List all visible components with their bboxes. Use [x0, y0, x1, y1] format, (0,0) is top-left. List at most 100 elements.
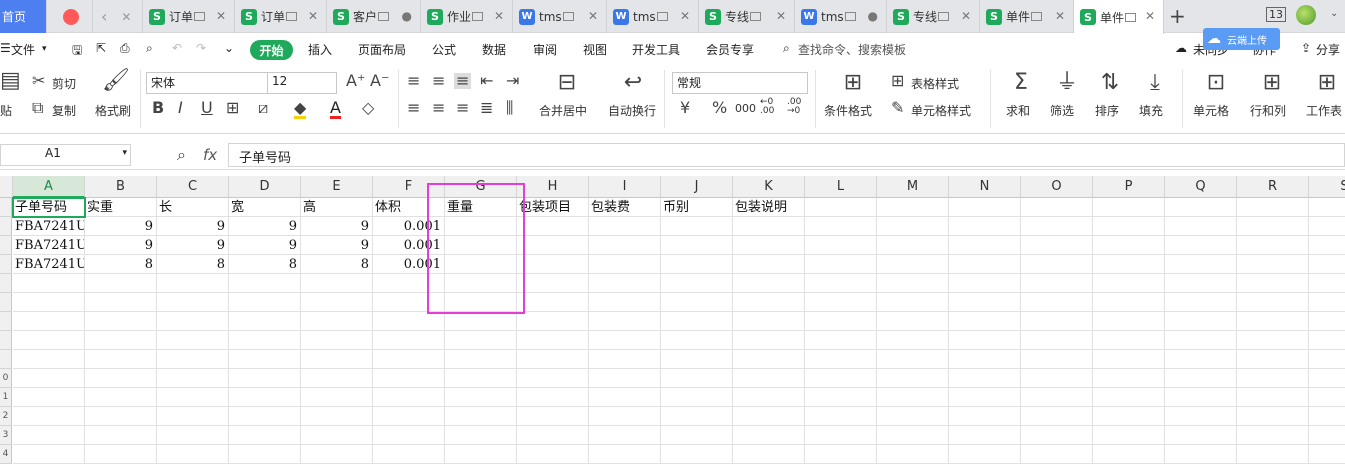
- cell[interactable]: [877, 369, 949, 388]
- cell[interactable]: [157, 331, 229, 350]
- cell[interactable]: [1165, 198, 1237, 217]
- cell[interactable]: [85, 426, 157, 445]
- cell[interactable]: [85, 350, 157, 369]
- cell[interactable]: [661, 388, 733, 407]
- cell[interactable]: [1093, 312, 1165, 331]
- cell[interactable]: [661, 426, 733, 445]
- cell[interactable]: [1093, 369, 1165, 388]
- tab-document[interactable]: W tms ✕: [513, 0, 607, 33]
- currency-icon[interactable]: ¥: [680, 100, 690, 116]
- cell[interactable]: [589, 350, 661, 369]
- cell[interactable]: [1093, 331, 1165, 350]
- cell[interactable]: [373, 274, 445, 293]
- cell[interactable]: FBA7241U0: [13, 255, 85, 274]
- cell[interactable]: [733, 274, 805, 293]
- tab-document-active[interactable]: S 单件 ✕: [1074, 0, 1164, 34]
- cell[interactable]: [1165, 293, 1237, 312]
- cell[interactable]: [1165, 388, 1237, 407]
- cell[interactable]: [85, 274, 157, 293]
- cell[interactable]: [733, 236, 805, 255]
- cell[interactable]: [1093, 407, 1165, 426]
- cell[interactable]: 9: [229, 236, 301, 255]
- copy-icon[interactable]: ⧉: [32, 100, 43, 116]
- cell[interactable]: [229, 369, 301, 388]
- cell[interactable]: [301, 426, 373, 445]
- cell[interactable]: [1309, 331, 1345, 350]
- menu-data[interactable]: 数据: [482, 41, 506, 58]
- cell[interactable]: 0.001: [373, 255, 445, 274]
- cell[interactable]: [949, 217, 1021, 236]
- conditional-format-button[interactable]: 条件格式: [824, 102, 872, 119]
- tab-document[interactable]: S 订单 ✕: [235, 0, 327, 33]
- cell[interactable]: [877, 293, 949, 312]
- dot-icon[interactable]: ●: [402, 9, 412, 23]
- cell[interactable]: [805, 293, 877, 312]
- font-size-select[interactable]: 12: [267, 72, 337, 94]
- column-header[interactable]: I: [589, 176, 661, 198]
- cell[interactable]: [1309, 293, 1345, 312]
- cell[interactable]: [805, 388, 877, 407]
- cell[interactable]: [949, 312, 1021, 331]
- format-painter-button[interactable]: 格式刷: [95, 102, 131, 119]
- cell[interactable]: [1309, 388, 1345, 407]
- font-color-icon[interactable]: A: [330, 100, 341, 119]
- column-header[interactable]: A: [13, 176, 85, 198]
- cell[interactable]: [157, 388, 229, 407]
- menu-insert[interactable]: 插入: [308, 41, 332, 58]
- tab-document[interactable]: S 单件 ✕: [980, 0, 1074, 33]
- cell[interactable]: [229, 312, 301, 331]
- cell[interactable]: [1309, 198, 1345, 217]
- cell[interactable]: [1237, 350, 1309, 369]
- cell[interactable]: [1165, 426, 1237, 445]
- row-header[interactable]: 3: [0, 426, 12, 445]
- print-preview-icon[interactable]: ⌕: [146, 41, 153, 56]
- cell[interactable]: [445, 388, 517, 407]
- cell[interactable]: [373, 445, 445, 464]
- row-header[interactable]: 1: [0, 388, 12, 407]
- underline-icon[interactable]: U: [201, 100, 213, 116]
- cell[interactable]: 0.001: [373, 236, 445, 255]
- tab-document[interactable]: S 专线 ✕: [887, 0, 980, 33]
- cell[interactable]: FBA7241U0: [13, 236, 85, 255]
- cell[interactable]: [1093, 293, 1165, 312]
- command-search[interactable]: 查找命令、搜索模板: [798, 41, 906, 58]
- cell[interactable]: 9: [157, 217, 229, 236]
- cell[interactable]: [1165, 445, 1237, 464]
- hamburger-icon[interactable]: ☰: [0, 41, 11, 55]
- column-header[interactable]: R: [1237, 176, 1309, 198]
- cell[interactable]: [517, 350, 589, 369]
- cell[interactable]: [301, 445, 373, 464]
- cell[interactable]: 8: [85, 255, 157, 274]
- cell[interactable]: [517, 293, 589, 312]
- menu-share[interactable]: 分享: [1316, 41, 1340, 58]
- wrap-text-icon[interactable]: ↩: [620, 72, 646, 94]
- cell[interactable]: [733, 255, 805, 274]
- cell[interactable]: [445, 426, 517, 445]
- cell[interactable]: FBA7241U0: [13, 217, 85, 236]
- close-icon[interactable]: ✕: [308, 9, 318, 23]
- cell[interactable]: [733, 331, 805, 350]
- cell[interactable]: 9: [229, 217, 301, 236]
- align-center-icon[interactable]: ≡: [432, 100, 445, 116]
- cell[interactable]: [1021, 198, 1093, 217]
- align-top-icon[interactable]: ≡: [407, 73, 420, 89]
- cell[interactable]: 长: [157, 198, 229, 217]
- cell[interactable]: [301, 331, 373, 350]
- cell[interactable]: [877, 274, 949, 293]
- cell[interactable]: [157, 293, 229, 312]
- cell[interactable]: [661, 293, 733, 312]
- cell[interactable]: [877, 255, 949, 274]
- cell[interactable]: [805, 255, 877, 274]
- cell[interactable]: [877, 198, 949, 217]
- zoom-icon[interactable]: ⌕: [177, 147, 186, 163]
- cell[interactable]: 9: [85, 217, 157, 236]
- column-header[interactable]: K: [733, 176, 805, 198]
- cell[interactable]: [1093, 217, 1165, 236]
- cell[interactable]: [517, 312, 589, 331]
- tab-document[interactable]: S 订单 ✕: [143, 0, 235, 33]
- align-right-icon[interactable]: ≡: [456, 100, 469, 116]
- cell[interactable]: [229, 388, 301, 407]
- cell[interactable]: 0.001: [373, 217, 445, 236]
- cell[interactable]: [517, 426, 589, 445]
- filter-icon[interactable]: ⏚: [1054, 72, 1080, 94]
